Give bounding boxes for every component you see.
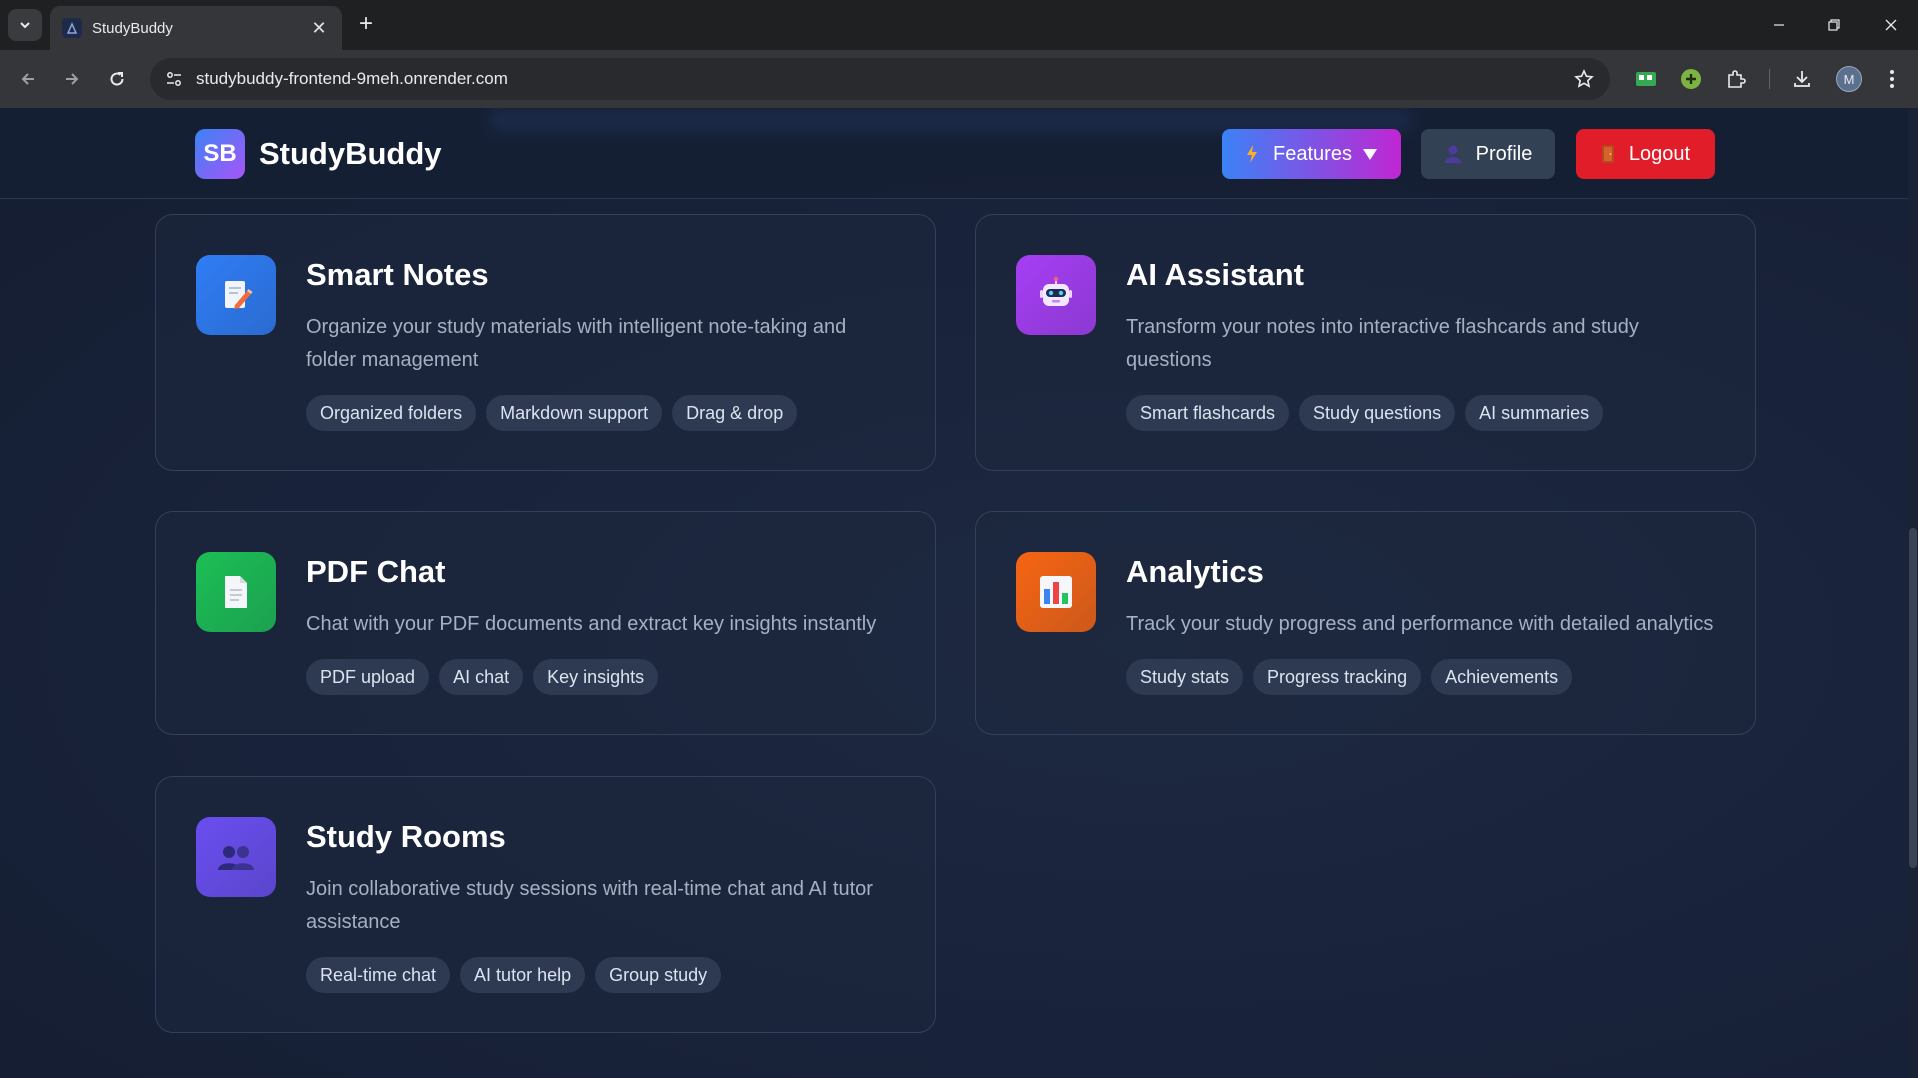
features-menu-button[interactable]: Features [1222,129,1401,179]
logout-button[interactable]: Logout [1576,129,1715,179]
tag-list: Study stats Progress tracking Achievemen… [1126,659,1573,695]
bar-chart-icon [1040,576,1072,608]
arrow-left-icon [21,73,34,85]
user-icon [1444,144,1462,164]
favicon-icon [62,18,82,38]
forward-button[interactable] [57,64,87,94]
browser-toolbar: studybuddy-frontend-9meh.onrender.com [0,50,1918,108]
door-icon [1601,144,1615,164]
extensions-puzzle-icon[interactable] [1722,65,1750,93]
pdf-chat-icon-tile [196,552,276,632]
feature-tag: Achievements [1431,659,1573,695]
card-title: AI Assistant [1126,257,1305,292]
feature-tag: Group study [595,957,722,993]
card-description: Join collaborative study sessions with r… [306,878,873,933]
feature-tag: AI tutor help [460,957,586,993]
chevron-down-icon [20,22,30,29]
reload-icon [110,72,124,86]
address-bar[interactable]: studybuddy-frontend-9meh.onrender.com [150,58,1610,100]
card-title: PDF Chat [306,554,446,589]
browser-tab-strip: StudyBuddy ✕ + [0,0,1918,50]
people-icon [218,846,254,870]
feature-tag: Smart flashcards [1126,395,1290,431]
extension-add-icon[interactable] [1677,65,1705,93]
feature-tag: Drag & drop [672,395,798,431]
caret-down-icon [1362,147,1378,161]
tab-title: StudyBuddy [92,19,173,37]
reload-button[interactable] [102,64,132,94]
scrollbar-thumb[interactable] [1909,528,1917,868]
lightning-icon [1245,144,1259,164]
robot-icon [1040,276,1072,306]
feature-card-ai-assistant[interactable]: AI Assistant Transform your notes into i… [975,214,1756,471]
downloads-icon[interactable] [1788,65,1816,93]
card-description: Transform your notes into interactive fl… [1126,316,1639,371]
tab-close-icon[interactable]: ✕ [308,19,330,37]
feature-card-pdf-chat[interactable]: PDF Chat Chat with your PDF documents an… [155,511,936,735]
new-tab-button[interactable]: + [353,12,379,38]
ai-assistant-icon-tile [1016,255,1096,335]
features-label: Features [1273,142,1352,165]
restore-icon [1828,19,1840,31]
logo-badge[interactable]: SB [195,129,245,179]
bookmark-star-icon[interactable] [1572,67,1596,91]
restore-button[interactable] [1814,10,1854,40]
tag-list: Real-time chat AI tutor help Group study [306,957,722,993]
feature-tag: Key insights [533,659,659,695]
site-info-icon[interactable] [162,67,186,91]
page-scrollbar[interactable] [1908,108,1918,1078]
toolbar-divider [1769,69,1770,89]
card-description: Track your study progress and performanc… [1126,613,1714,635]
profile-avatar[interactable]: M [1836,66,1862,92]
close-window-button[interactable] [1871,10,1911,40]
extension-screencast-icon[interactable] [1632,65,1660,93]
browser-tab[interactable]: StudyBuddy ✕ [50,6,342,50]
feature-card-study-rooms[interactable]: Study Rooms Join collaborative study ses… [155,776,936,1033]
card-description: Chat with your PDF documents and extract… [306,613,877,635]
browser-menu-icon[interactable] [1878,65,1906,93]
arrow-right-icon [66,73,79,85]
document-icon [225,576,247,608]
feature-tag: AI summaries [1465,395,1604,431]
page-viewport: Smart Notes Organize your study material… [0,108,1918,1078]
tab-search-button[interactable] [8,9,42,41]
feature-tag: AI chat [439,659,524,695]
logout-label: Logout [1628,142,1691,165]
profile-label: Profile [1475,142,1533,165]
smart-notes-icon-tile [196,255,276,335]
feature-tag: Progress tracking [1253,659,1422,695]
close-icon [1885,19,1897,31]
study-rooms-icon-tile [196,817,276,897]
logo-text[interactable]: StudyBuddy [259,136,442,172]
feature-tag: Study stats [1126,659,1244,695]
profile-button[interactable]: Profile [1421,129,1555,179]
tag-list: Smart flashcards Study questions AI summ… [1126,395,1604,431]
feature-card-analytics[interactable]: Analytics Track your study progress and … [975,511,1756,735]
card-title: Analytics [1126,554,1264,589]
notes-pencil-icon [225,281,253,309]
feature-card-smart-notes[interactable]: Smart Notes Organize your study material… [155,214,936,471]
feature-tag: Markdown support [486,395,663,431]
app-header: SB StudyBuddy Features Profile Logout [0,108,1908,199]
card-title: Smart Notes [306,257,489,292]
card-title: Study Rooms [306,819,506,854]
back-button[interactable] [13,64,43,94]
feature-tag: Study questions [1299,395,1456,431]
minimize-button[interactable] [1759,10,1799,40]
tag-list: PDF upload AI chat Key insights [306,659,659,695]
feature-tag: Real-time chat [306,957,451,993]
minimize-icon [1774,24,1784,26]
card-description: Organize your study materials with intel… [306,316,847,371]
feature-tag: PDF upload [306,659,430,695]
tag-list: Organized folders Markdown support Drag … [306,395,798,431]
feature-tag: Organized folders [306,395,477,431]
analytics-icon-tile [1016,552,1096,632]
url-text[interactable]: studybuddy-frontend-9meh.onrender.com [196,69,508,89]
